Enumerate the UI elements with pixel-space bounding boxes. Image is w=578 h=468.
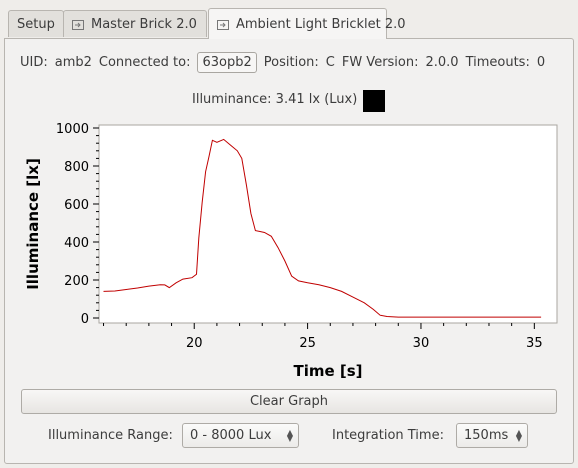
connected-uid-button[interactable]: 63opb2	[197, 51, 257, 73]
y-tick-label: 400	[64, 236, 89, 251]
integration-time-value: 150ms	[464, 428, 509, 443]
x-tick-label: 20	[186, 336, 203, 351]
integration-time-label: Integration Time:	[332, 428, 444, 443]
y-tick-label: 1000	[56, 122, 89, 137]
illuminance-reading: Illuminance: 3.41 lx (Lux)	[192, 92, 358, 107]
fw-version-label: FW Version:	[341, 54, 419, 70]
tab-ambient-light[interactable]: Ambient Light Bricklet 2.0	[208, 8, 406, 39]
position-value: C	[325, 54, 335, 70]
tab-master-brick-label: Master Brick 2.0	[91, 16, 197, 32]
y-tick-label: 200	[64, 274, 89, 289]
x-tick-label: 30	[413, 336, 430, 351]
x-tick-label: 35	[526, 336, 543, 351]
x-axis-label: Time [s]	[293, 362, 362, 380]
device-info-row: UID: amb2 Connected to: 63opb2 Position:…	[20, 51, 552, 73]
uid-label: UID:	[20, 54, 48, 70]
connected-label: Connected to:	[98, 54, 191, 70]
illuminance-range-value: 0 - 8000 Lux	[190, 428, 272, 443]
timeouts-label: Timeouts:	[465, 54, 530, 70]
illuminance-color-swatch	[363, 90, 385, 112]
y-axis-label: Illuminance [lx]	[24, 158, 42, 290]
y-tick-label: 0	[81, 312, 89, 327]
spin-arrows-icon: ▲ ▼	[515, 428, 522, 443]
y-tick-label: 800	[64, 160, 89, 175]
tab-bar: Setup Master Brick 2.0 Ambient Light Bri…	[0, 0, 578, 39]
illuminance-graph: 0 200 400 600 800 1000 20 25 30 35 Time [s] Illu…	[24, 122, 558, 380]
y-tick-label: 600	[64, 198, 89, 213]
clear-graph-button[interactable]: Clear Graph	[21, 389, 557, 414]
uid-value: amb2	[54, 54, 92, 70]
detach-icon[interactable]	[72, 19, 84, 30]
tab-setup[interactable]: Setup	[8, 10, 64, 37]
tab-setup-label: Setup	[17, 16, 55, 32]
detach-icon[interactable]	[217, 19, 229, 30]
timeouts-value: 0	[536, 54, 546, 70]
tab-ambient-light-label: Ambient Light Bricklet 2.0	[236, 16, 406, 32]
tab-master-brick[interactable]: Master Brick 2.0	[63, 10, 207, 37]
illuminance-range-label: Illuminance Range:	[48, 428, 173, 443]
clear-graph-label: Clear Graph	[249, 394, 328, 409]
fw-version-value: 2.0.0	[425, 54, 459, 70]
integration-time-select[interactable]: 150ms ▲ ▼	[456, 423, 528, 448]
illuminance-range-select[interactable]: 0 - 8000 Lux ▲ ▼	[182, 423, 299, 448]
plot-area	[98, 124, 558, 324]
spin-arrows-icon: ▲ ▼	[286, 428, 293, 443]
x-tick-label: 25	[299, 336, 316, 351]
position-label: Position:	[263, 54, 319, 70]
